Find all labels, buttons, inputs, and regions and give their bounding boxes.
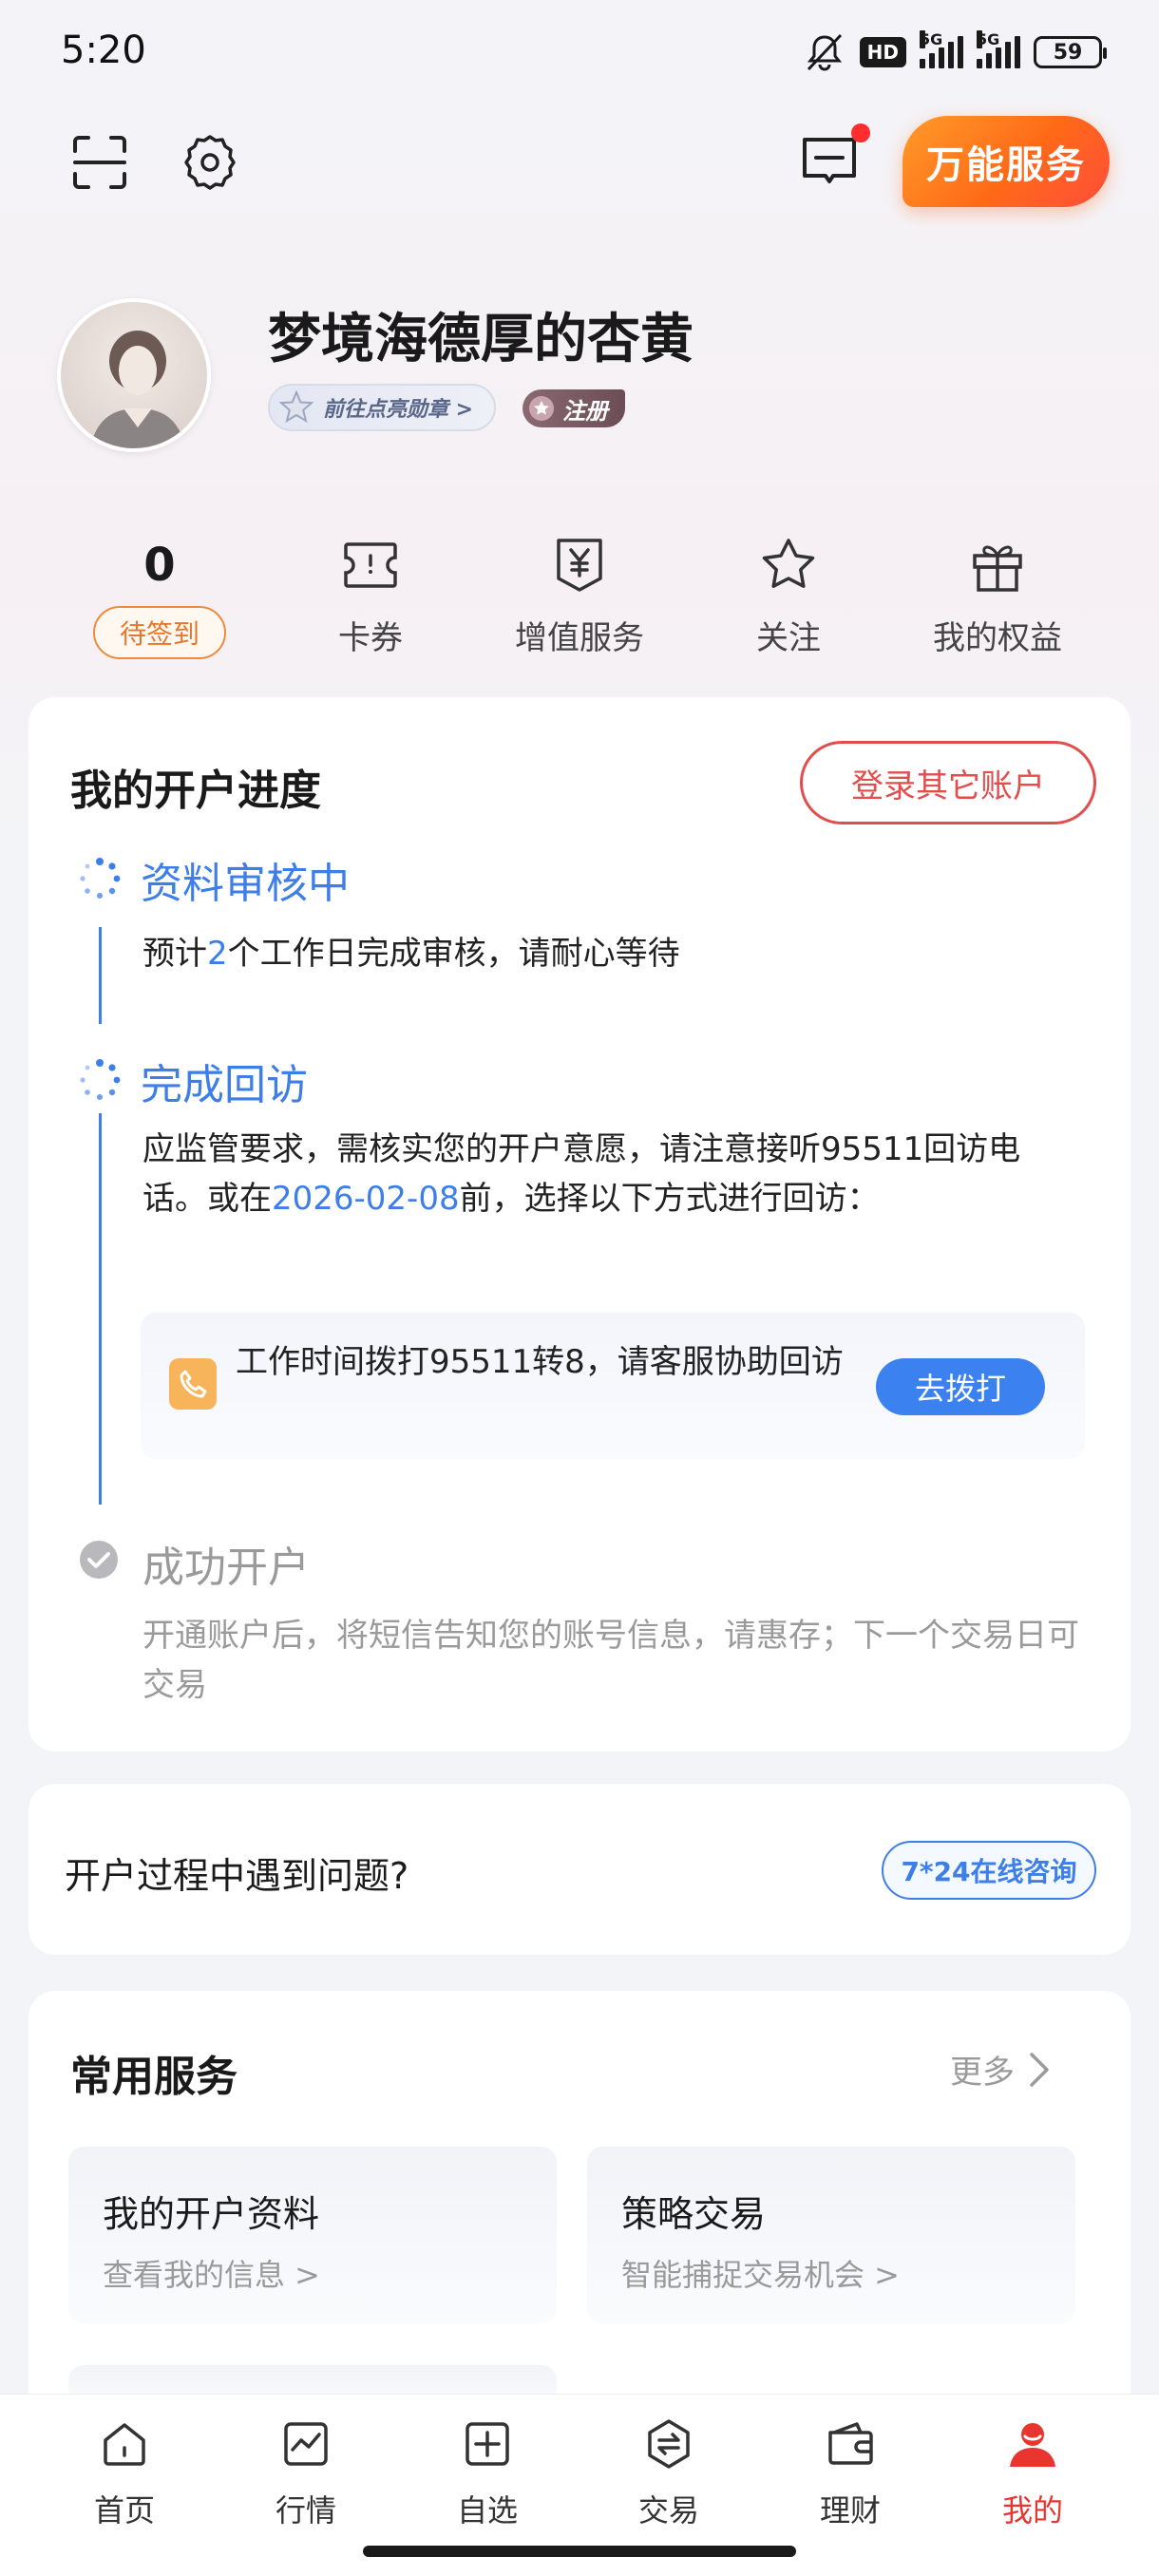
medal-star-icon xyxy=(279,390,314,424)
step-review-text-b: 个工作日完成审核，请耐心等待 xyxy=(227,935,680,973)
timeline-line-2 xyxy=(99,1113,102,1505)
service-tile-title: 策略交易 xyxy=(621,2193,767,2235)
home-icon xyxy=(104,2423,145,2466)
status-icons: HD 5G 5G 59 xyxy=(803,30,1107,74)
check-circle-icon xyxy=(80,1541,118,1579)
service-tile-strategy-trading[interactable]: 策略交易 智能捕捉交易机会 > xyxy=(587,2147,1075,2323)
register-badge: 注册 xyxy=(522,389,625,427)
benefits-stat[interactable]: 我的权益 xyxy=(902,532,1092,658)
medal-link[interactable]: 前往点亮勋章 > xyxy=(268,384,497,431)
super-service-button[interactable]: 万能服务 xyxy=(902,116,1110,207)
timeline-line-1 xyxy=(99,927,102,1024)
call-instruction-text: 工作时间拨打95511转8，请客服协助回访 xyxy=(236,1343,844,1381)
service-tile-account-info[interactable]: 我的开户资料 查看我的信息 > xyxy=(68,2147,557,2323)
user-icon xyxy=(1010,2423,1055,2467)
step-review-title: 资料审核中 xyxy=(141,860,350,908)
nav-mine[interactable]: 我的 xyxy=(942,2411,1123,2530)
phone-icon xyxy=(169,1358,217,1410)
nav-wealth-label: 理财 xyxy=(819,2492,881,2529)
step-success-title: 成功开户 xyxy=(142,1544,310,1592)
service-tile-subtitle: 智能捕捉交易机会 > xyxy=(621,2257,900,2293)
register-label: 注册 xyxy=(562,397,608,425)
nav-home[interactable]: 首页 xyxy=(34,2411,215,2530)
checkin-stat[interactable]: 0 待签到 xyxy=(65,532,255,659)
benefits-label: 我的权益 xyxy=(933,619,1062,657)
checkin-count: 0 xyxy=(143,539,176,592)
online-consult-button[interactable]: 7*24在线咨询 xyxy=(882,1841,1096,1900)
badge-star-icon xyxy=(529,396,554,421)
phone-glyph-icon xyxy=(180,1370,207,1398)
status-time: 5:20 xyxy=(61,28,146,72)
signal-icon: 5G xyxy=(920,30,963,68)
yen-icon xyxy=(557,539,602,592)
step-review-text-a: 预计 xyxy=(142,935,207,973)
star-icon xyxy=(762,539,815,588)
home-indicator[interactable] xyxy=(363,2546,796,2557)
mute-bell-icon xyxy=(807,33,842,71)
hd-badge: HD xyxy=(859,37,906,67)
gift-icon xyxy=(973,545,1022,592)
nav-home-label: 首页 xyxy=(93,2492,155,2529)
add-square-icon xyxy=(466,2422,509,2466)
value-added-label: 增值服务 xyxy=(515,619,644,657)
checkin-button[interactable]: 待签到 xyxy=(92,606,226,659)
services-title: 常用服务 xyxy=(70,2053,238,2101)
nav-market-label: 行情 xyxy=(275,2492,336,2529)
step-callback-title: 完成回访 xyxy=(141,1061,308,1109)
message-icon xyxy=(803,138,856,183)
step-review-days: 2 xyxy=(207,935,228,973)
follow-label: 关注 xyxy=(756,619,821,657)
nav-watchlist[interactable]: 自选 xyxy=(397,2411,578,2530)
help-text: 开户过程中遇到问题? xyxy=(65,1855,409,1897)
gear-icon xyxy=(184,135,236,190)
loading-spinner-icon xyxy=(80,858,121,899)
service-tile-title: 我的开户资料 xyxy=(103,2193,320,2235)
more-link[interactable]: 更多 xyxy=(950,2046,1051,2093)
avatar[interactable] xyxy=(57,298,211,452)
nav-mine-label: 我的 xyxy=(1001,2492,1063,2529)
service-tile-subtitle: 查看我的信息 > xyxy=(103,2257,320,2293)
coupon-label: 卡券 xyxy=(338,619,403,657)
settings-button[interactable] xyxy=(177,129,243,196)
nav-trade[interactable]: 交易 xyxy=(579,2411,759,2530)
follow-stat[interactable]: 关注 xyxy=(694,532,884,658)
loading-spinner-icon xyxy=(80,1059,121,1100)
medal-label: 前往点亮勋章 > xyxy=(323,398,474,422)
coupon-stat[interactable]: 卡券 xyxy=(276,532,466,658)
value-added-stat[interactable]: 增值服务 xyxy=(484,532,674,658)
wallet-icon xyxy=(828,2422,873,2465)
nav-market[interactable]: 行情 xyxy=(216,2411,396,2530)
avatar-figure-icon xyxy=(90,331,185,448)
login-other-account-button[interactable]: 登录其它账户 xyxy=(800,741,1096,824)
message-unread-dot xyxy=(851,123,870,142)
nav-watchlist-label: 自选 xyxy=(456,2492,518,2529)
battery-indicator: 59 xyxy=(1034,36,1107,68)
username: 梦境海德厚的杏黄 xyxy=(268,309,694,370)
exchange-icon xyxy=(648,2419,690,2469)
step-callback-text-b: 前，选择以下方式进行回访： xyxy=(459,1180,880,1218)
more-label: 更多 xyxy=(950,2054,1015,2092)
step-callback-text: 应监管要求，需核实您的开户意愿，请注意接听95511回访电话。或在2026-02… xyxy=(142,1125,1074,1223)
ticket-icon xyxy=(344,542,397,588)
step-review-text: 预计2个工作日完成审核，请耐心等待 xyxy=(142,929,680,978)
step-callback-date: 2026-02-08 xyxy=(272,1180,460,1218)
scan-button[interactable] xyxy=(66,129,133,196)
signal-icon-2: 5G xyxy=(977,30,1020,68)
scan-icon xyxy=(73,136,126,189)
progress-title: 我的开户进度 xyxy=(70,767,321,815)
step-success-text: 开通账户后，将短信告知您的账号信息，请惠存；下一个交易日可交易 xyxy=(142,1617,1079,1704)
chart-icon xyxy=(284,2422,328,2466)
network-label: 5G xyxy=(920,30,943,48)
nav-wealth[interactable]: 理财 xyxy=(760,2411,940,2530)
network-label-2: 5G xyxy=(977,30,1000,48)
chevron-right-icon xyxy=(1030,2052,1049,2087)
dial-button[interactable]: 去拨打 xyxy=(876,1358,1045,1415)
nav-trade-label: 交易 xyxy=(637,2492,699,2529)
